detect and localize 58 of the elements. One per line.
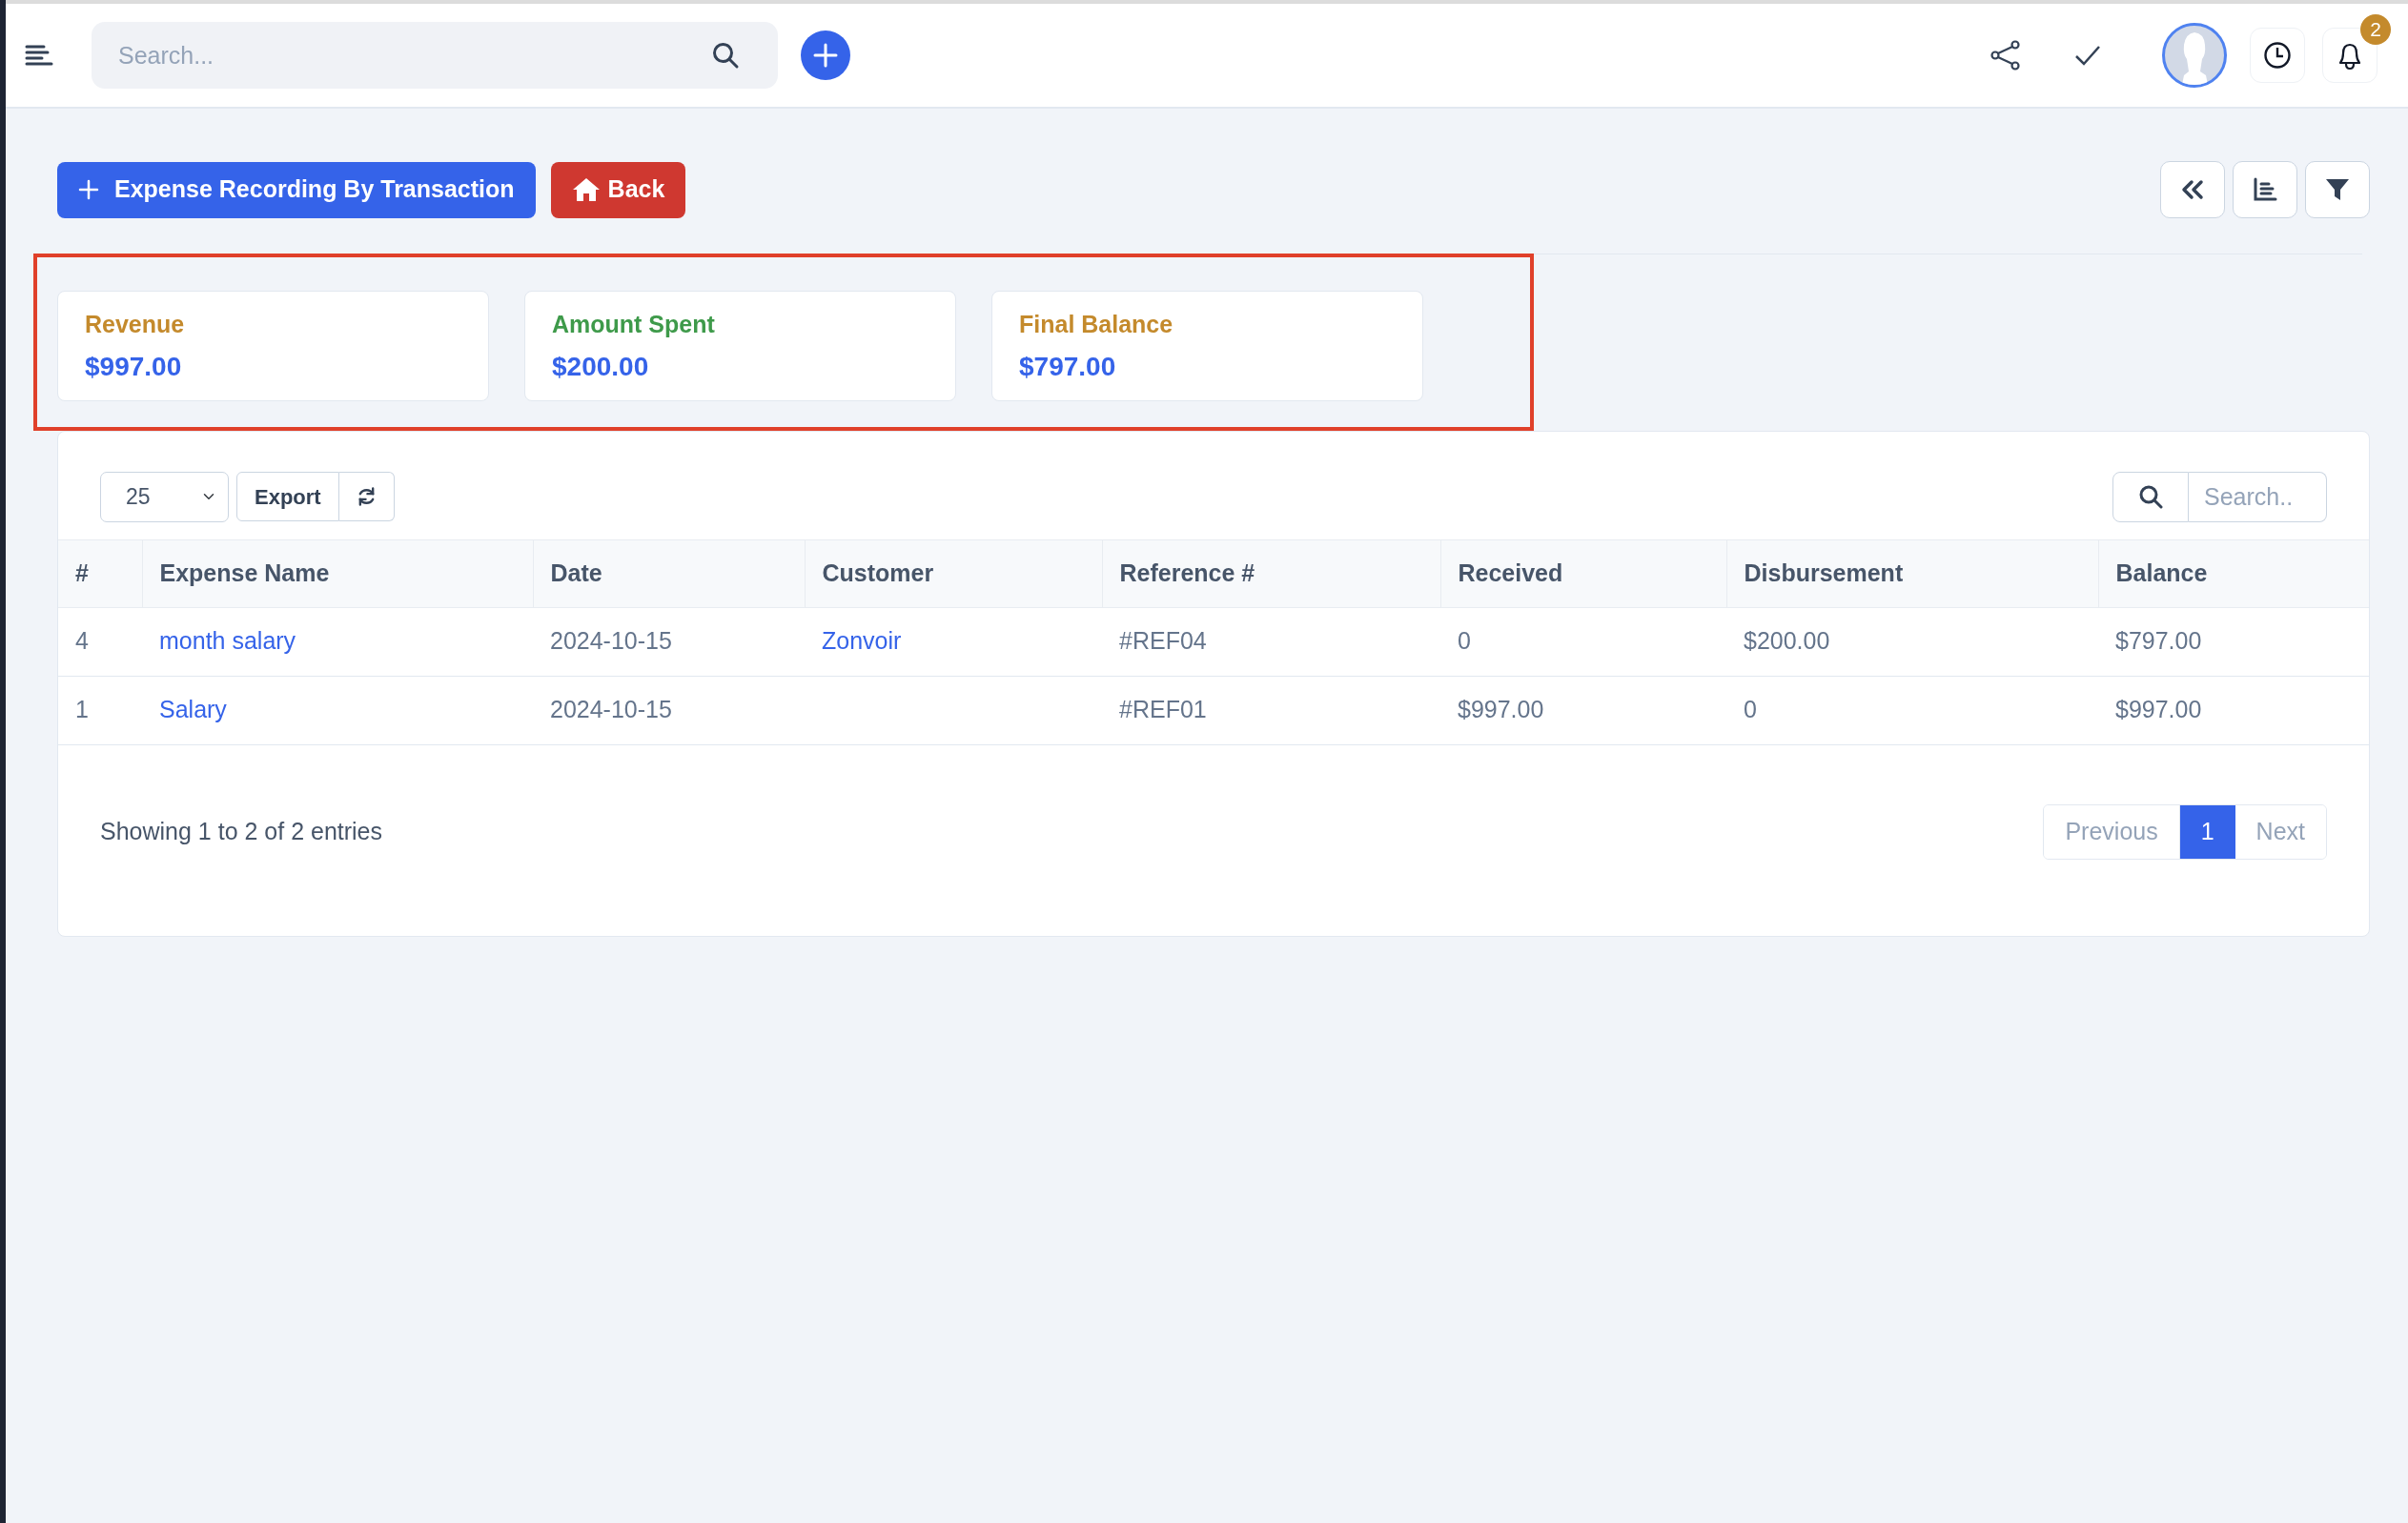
card-value: $997.00 [85, 350, 183, 383]
table-cell: 1 [75, 696, 89, 723]
entries-info: Showing 1 to 2 of 2 entries [100, 816, 383, 846]
card-value: $200.00 [552, 350, 650, 383]
search-icon [711, 41, 740, 70]
search-icon [2138, 484, 2163, 509]
page-size-select[interactable]: 25 [100, 471, 229, 522]
search-field[interactable]: Search... [92, 22, 778, 89]
card-value: $797.00 [1019, 350, 1117, 383]
add-expense-button[interactable]: Expense Recording By Transaction [57, 161, 536, 218]
refresh-button[interactable] [338, 472, 395, 521]
collapse-button[interactable] [2160, 161, 2225, 218]
column-header: Balance [2098, 539, 2369, 607]
expense-link[interactable]: Salary [159, 696, 227, 723]
back-button[interactable]: Back [550, 161, 686, 218]
table-cell: $997.00 [1458, 696, 1544, 723]
table-cell: 0 [1458, 627, 1471, 655]
card-label: Final Balance [1019, 310, 1174, 339]
card-label: Revenue [85, 310, 186, 339]
column-header: Reference # [1102, 539, 1440, 607]
column-header: Expense Name [142, 539, 533, 607]
column-header: Received [1440, 539, 1726, 607]
plus-icon [78, 179, 99, 200]
chart-button[interactable] [2233, 161, 2297, 218]
expense-link[interactable]: month salary [159, 627, 296, 655]
menu-icon[interactable] [25, 44, 53, 67]
table-cell: #REF01 [1119, 696, 1207, 723]
export-button[interactable]: Export [236, 472, 339, 521]
card-label: Amount Spent [552, 310, 716, 339]
column-header: Customer [805, 539, 1102, 607]
add-button[interactable] [801, 30, 850, 80]
table-cell: $200.00 [1744, 627, 1830, 655]
plus-icon [812, 42, 839, 69]
table-cell: 2024-10-15 [550, 696, 672, 723]
clock-button[interactable] [2250, 28, 2305, 83]
column-header: Disbursement [1726, 539, 2098, 607]
table-cell: $997.00 [2115, 696, 2202, 723]
column-header: Date [533, 539, 805, 607]
table-search-field[interactable]: Search.. [2189, 471, 2327, 522]
search-button[interactable] [2112, 471, 2189, 522]
table-cell: 2024-10-15 [550, 627, 672, 655]
clock-icon [2263, 41, 2292, 70]
check-icon[interactable] [2074, 44, 2101, 67]
customer-link[interactable]: Zonvoir [822, 627, 902, 655]
table-cell: #REF04 [1119, 627, 1207, 655]
filter-icon [2325, 177, 2350, 202]
share-icon[interactable] [1990, 40, 2021, 71]
notification-count: 2 [2360, 14, 2391, 45]
table-cell: 0 [1744, 696, 1757, 723]
filter-button[interactable] [2305, 161, 2370, 218]
double-chevron-icon [2180, 179, 2205, 200]
home-icon [571, 176, 601, 203]
column-header: # [58, 539, 142, 607]
previous-button[interactable]: Previous [2044, 804, 2180, 859]
page-button[interactable]: 1 [2179, 804, 2235, 859]
table-cell: $797.00 [2115, 627, 2202, 655]
bar-chart-icon [2253, 177, 2277, 202]
table-cell: 4 [75, 627, 89, 655]
